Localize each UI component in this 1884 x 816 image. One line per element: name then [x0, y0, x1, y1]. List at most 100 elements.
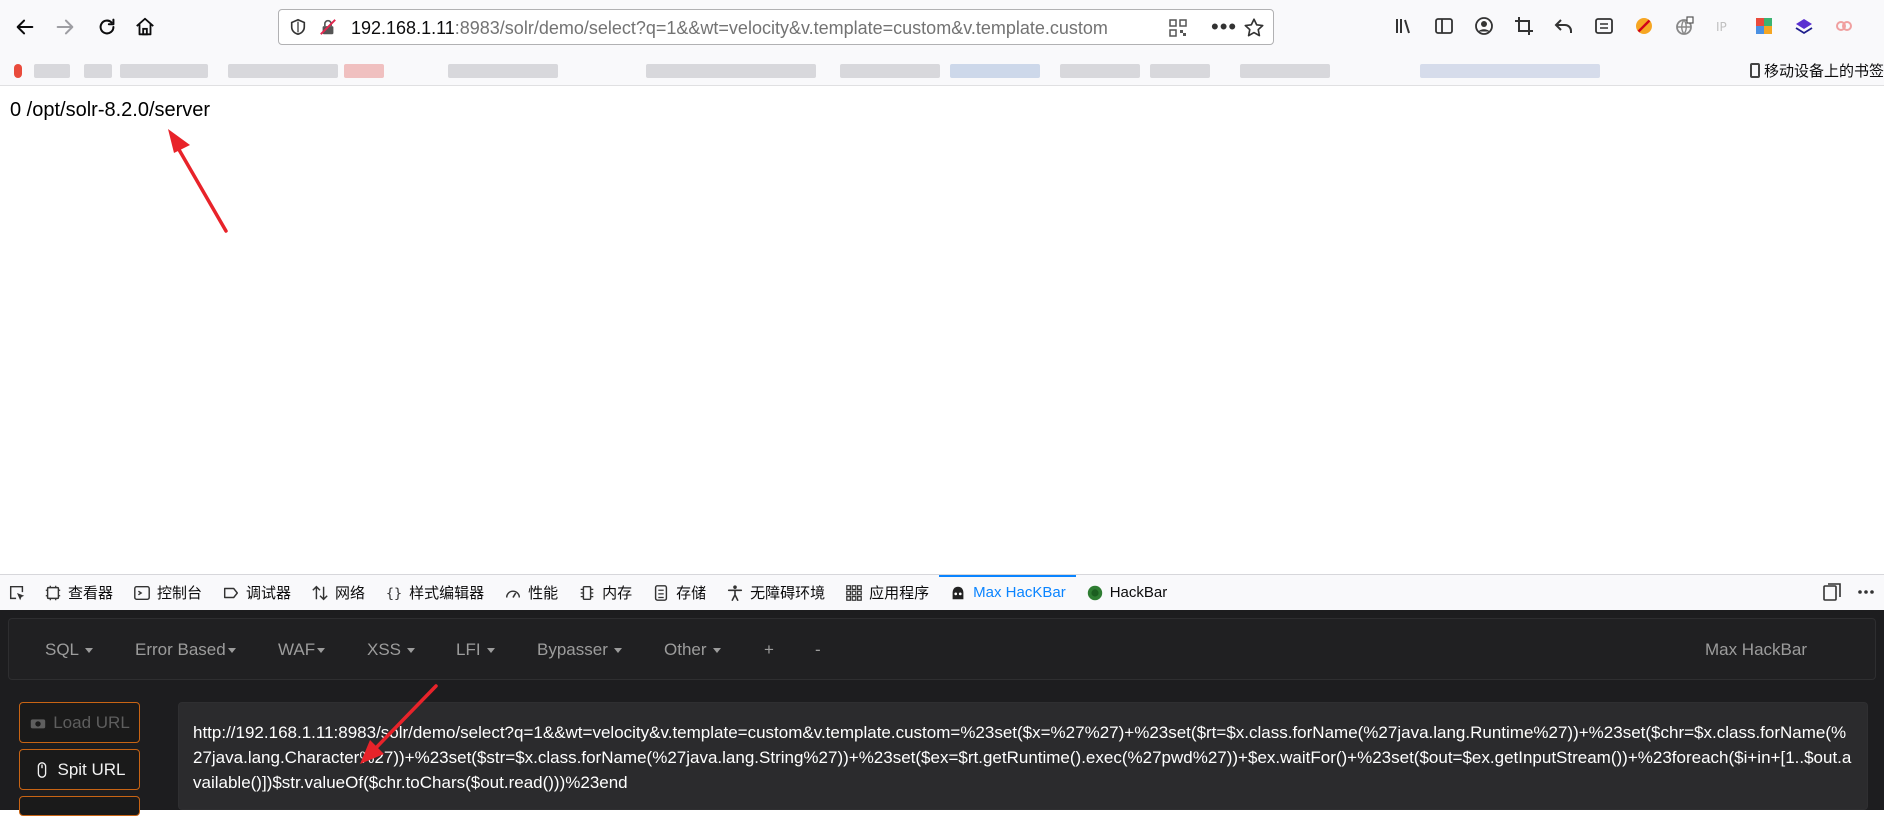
sidebar-icon: [1435, 18, 1453, 34]
max-hackbar-icon: [952, 586, 964, 599]
bookmark-item[interactable]: [1240, 64, 1330, 78]
inspector-icon: [45, 585, 61, 600]
url-host: 192.168.1.11: [351, 18, 455, 38]
page-actions-menu-icon[interactable]: •••: [1211, 14, 1237, 40]
tab-style-editor[interactable]: {} 样式编辑器: [375, 575, 494, 611]
performance-icon: [506, 589, 521, 598]
reload-button[interactable]: [90, 10, 124, 44]
menu-xss[interactable]: XSS: [367, 640, 416, 660]
tab-performance[interactable]: 性能: [494, 575, 568, 611]
menu-waf-label: WAF: [278, 640, 316, 659]
account-button[interactable]: [1470, 12, 1498, 40]
application-icon: [846, 584, 862, 601]
hackbar-menu: SQL Error Based WAF XSS LFI Bypasser Oth…: [8, 618, 1876, 680]
reader-extension-button[interactable]: [1590, 12, 1618, 40]
menu-minus[interactable]: -: [815, 640, 821, 660]
block-extension-button[interactable]: [1630, 12, 1658, 40]
annotation-arrow-icon: [168, 129, 228, 233]
tracking-shield-icon[interactable]: [289, 18, 307, 36]
menu-waf[interactable]: WAF: [278, 640, 326, 660]
devtools-options: [1822, 582, 1876, 602]
home-button[interactable]: [128, 10, 162, 44]
bookmark-item[interactable]: [1150, 64, 1210, 78]
menu-error-based[interactable]: Error Based: [135, 640, 236, 660]
url-bar[interactable]: 192.168.1.11:8983/solr/demo/select?q=1&&…: [278, 9, 1274, 45]
bookmark-item[interactable]: [120, 64, 208, 78]
bookmark-item[interactable]: [344, 64, 384, 78]
reader-icon: [1595, 18, 1613, 34]
menu-other[interactable]: Other: [664, 640, 721, 660]
qr-code-icon[interactable]: [1169, 19, 1187, 37]
back-button[interactable]: [8, 10, 42, 44]
menu-lfi[interactable]: LFI: [456, 640, 495, 660]
execute-button[interactable]: [19, 796, 140, 816]
tab-label: 应用程序: [869, 585, 930, 602]
toolbar-extensions: IP: [1390, 12, 1858, 40]
split-url-label: Spit URL: [57, 759, 126, 779]
tab-label: 内存: [602, 585, 633, 602]
hackbar-url-textarea[interactable]: http://192.168.1.11:8983/solr/demo/selec…: [178, 702, 1868, 810]
tab-memory[interactable]: 内存: [568, 575, 642, 611]
menu-lfi-label: LFI: [456, 640, 481, 659]
tab-console[interactable]: 控制台: [123, 575, 212, 611]
chain-icon: [1836, 21, 1852, 31]
bookmark-item[interactable]: [840, 64, 940, 78]
dock-side-icon[interactable]: [1822, 582, 1842, 602]
library-button[interactable]: [1390, 12, 1418, 40]
bookmark-item[interactable]: [34, 64, 70, 78]
account-icon: [1475, 17, 1493, 35]
tab-label: 控制台: [157, 585, 203, 602]
bookmark-item[interactable]: [448, 64, 558, 78]
command-output: 0 /opt/solr-8.2.0/server: [10, 99, 211, 121]
tab-network[interactable]: 网络: [301, 575, 375, 611]
color-extension-button[interactable]: [1750, 12, 1778, 40]
tab-label: 无障碍环境: [750, 585, 826, 602]
link-extension-button[interactable]: [1830, 12, 1858, 40]
more-options-icon[interactable]: [1856, 582, 1876, 602]
tab-max-hackbar[interactable]: Max HacKBar: [939, 574, 1076, 611]
dropdown-caret-icon: [407, 648, 416, 654]
load-url-button[interactable]: Load URL: [19, 702, 140, 743]
bookmark-item[interactable]: [646, 64, 816, 78]
undo-extension-button[interactable]: [1550, 12, 1578, 40]
mobile-bookmarks-folder[interactable]: 移动设备上的书签: [1749, 60, 1884, 81]
menu-plus[interactable]: +: [764, 640, 774, 660]
tab-debugger[interactable]: 调试器: [212, 575, 301, 611]
menu-other-label: Other: [664, 640, 707, 659]
reload-icon: [99, 18, 115, 35]
tab-label: 存储: [676, 585, 707, 602]
bookmarks-toolbar: 移动设备上的书签: [0, 52, 1884, 86]
tab-application[interactable]: 应用程序: [835, 575, 939, 611]
menu-xss-label: XSS: [367, 640, 402, 659]
element-picker-button[interactable]: [0, 575, 34, 611]
menu-bypasser[interactable]: Bypasser: [537, 640, 622, 660]
memory-icon: [580, 585, 594, 600]
max-hackbar-panel: SQL Error Based WAF XSS LFI Bypasser Oth…: [0, 610, 1884, 816]
bookmark-star-icon[interactable]: [1243, 17, 1265, 39]
undo-icon: [1554, 19, 1572, 33]
bookmark-favicon[interactable]: [14, 64, 22, 78]
split-url-button[interactable]: Spit URL: [19, 749, 140, 790]
tab-storage[interactable]: 存储: [642, 575, 716, 611]
url-text[interactable]: 192.168.1.11:8983/solr/demo/select?q=1&&…: [351, 18, 1163, 38]
tab-inspector[interactable]: 查看器: [34, 575, 123, 611]
proxy-extension-button[interactable]: [1670, 12, 1698, 40]
library-icon: [1396, 19, 1410, 34]
menu-sql[interactable]: SQL: [45, 640, 94, 660]
bookmark-item[interactable]: [950, 64, 1040, 78]
bookmark-item[interactable]: [84, 64, 112, 78]
bookmark-item[interactable]: [228, 64, 338, 78]
layers-extension-button[interactable]: [1790, 12, 1818, 40]
svg-text:IP: IP: [1716, 20, 1727, 34]
navigation-toolbar: 192.168.1.11:8983/solr/demo/select?q=1&&…: [0, 0, 1884, 52]
insecure-connection-icon[interactable]: [319, 18, 337, 36]
tab-hackbar[interactable]: HackBar: [1076, 575, 1178, 611]
screenshot-button[interactable]: [1510, 12, 1538, 40]
sidebar-button[interactable]: [1430, 12, 1458, 40]
bookmark-item[interactable]: [1060, 64, 1140, 78]
forward-button[interactable]: [48, 10, 82, 44]
hackbar-brand: Max HackBar: [1704, 640, 1807, 659]
ip-extension-button[interactable]: IP: [1710, 12, 1738, 40]
bookmark-item[interactable]: [1420, 64, 1600, 78]
tab-accessibility[interactable]: 无障碍环境: [716, 575, 835, 611]
